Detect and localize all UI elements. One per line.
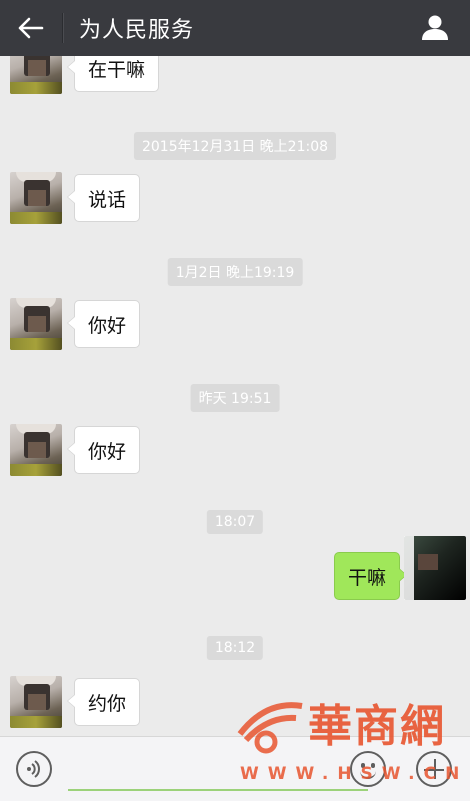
message-list[interactable]: 在干嘛 2015年12月31日 晚上21:08 说话 1月2日 晚上19:19 … <box>0 56 470 736</box>
contact-avatar[interactable] <box>10 56 62 94</box>
message-bubble[interactable]: 约你 <box>66 678 141 726</box>
message-bubble[interactable]: 干嘛 <box>333 552 408 600</box>
voice-icon <box>27 760 40 778</box>
message-bubble[interactable]: 你好 <box>66 426 141 474</box>
voice-button[interactable] <box>16 751 52 787</box>
message-row: 说话 <box>0 172 470 226</box>
timestamp: 2015年12月31日 晚上21:08 <box>133 132 337 160</box>
message-bubble[interactable]: 说话 <box>66 174 141 222</box>
contact-avatar[interactable] <box>10 676 62 728</box>
message-row: 你好 <box>0 424 470 478</box>
message-bubble[interactable]: 你好 <box>66 300 141 348</box>
self-avatar[interactable] <box>404 536 466 600</box>
timestamp: 18:12 <box>206 636 264 660</box>
contact-avatar[interactable] <box>10 298 62 350</box>
chat-title: 为人民服务 <box>79 18 195 43</box>
chat-header: 为人民服务 <box>0 0 470 56</box>
contact-avatar[interactable] <box>10 424 62 476</box>
header-divider <box>62 13 63 43</box>
emoji-button[interactable] <box>350 751 386 787</box>
timestamp: 18:07 <box>206 510 264 534</box>
person-icon <box>422 15 448 40</box>
back-arrow-icon <box>18 17 44 39</box>
message-row: 在干嘛 <box>0 56 470 96</box>
more-button[interactable] <box>416 751 452 787</box>
contact-avatar[interactable] <box>10 172 62 224</box>
chat-info-button[interactable] <box>420 12 450 42</box>
message-row: 你好 <box>0 298 470 352</box>
message-bubble[interactable]: 在干嘛 <box>66 56 160 92</box>
emoji-icon <box>360 769 376 779</box>
message-row: 干嘛 <box>0 536 470 604</box>
timestamp: 昨天 19:51 <box>190 384 280 412</box>
timestamp: 1月2日 晚上19:19 <box>167 258 303 286</box>
back-button[interactable] <box>0 0 62 56</box>
input-bar <box>0 736 470 801</box>
message-row: 约你 <box>0 676 470 730</box>
message-input[interactable] <box>68 789 368 791</box>
